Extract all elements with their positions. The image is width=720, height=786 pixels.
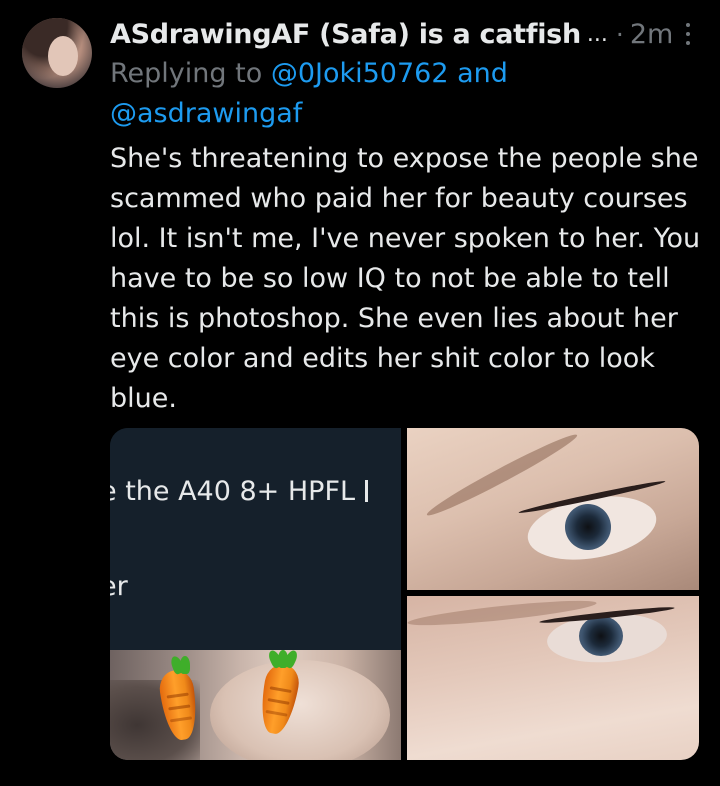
- eye-iris: [579, 616, 623, 656]
- screenshot-photo: [110, 650, 401, 760]
- eye-iris: [565, 504, 611, 550]
- replying-prefix: Replying to: [110, 58, 263, 89]
- screenshot-panel: [110, 428, 401, 650]
- replying-conjunction: and: [457, 58, 508, 89]
- screenshot-text-line-2: er: [110, 571, 128, 602]
- media-image-eye-closeup-1[interactable]: [407, 428, 699, 590]
- carrot-emoji-icon: [256, 648, 302, 740]
- separator-dot: ·: [615, 19, 624, 49]
- screenshot-text-line: e the A40 8+ HPFL: [110, 476, 369, 507]
- tweet-text: She's threatening to expose the people s…: [110, 143, 701, 414]
- mention-link[interactable]: @asdrawingaf: [110, 98, 302, 129]
- display-name[interactable]: ASdrawingAF (Safa) is a catfish: [110, 19, 581, 50]
- timestamp[interactable]: 2m: [630, 19, 673, 50]
- more-options-icon[interactable]: [680, 20, 696, 48]
- screenshot-text-1: e the A40 8+ HPFL: [110, 476, 356, 507]
- media-grid[interactable]: e the A40 8+ HPFL er: [110, 428, 699, 760]
- mention-link[interactable]: @0Joki50762: [271, 58, 449, 89]
- media-image-screenshot[interactable]: e the A40 8+ HPFL er: [110, 428, 401, 760]
- media-image-eye-closeup-2[interactable]: [407, 596, 699, 760]
- avatar-face: [48, 36, 78, 76]
- name-truncation: ...: [586, 21, 608, 47]
- tweet-header: ASdrawingAF (Safa) is a catfish ... · 2m: [110, 14, 696, 54]
- carrot-emoji-icon: [157, 654, 202, 746]
- avatar[interactable]: [22, 18, 92, 88]
- replying-to: Replying to @0Joki50762 and @asdrawingaf: [110, 54, 690, 134]
